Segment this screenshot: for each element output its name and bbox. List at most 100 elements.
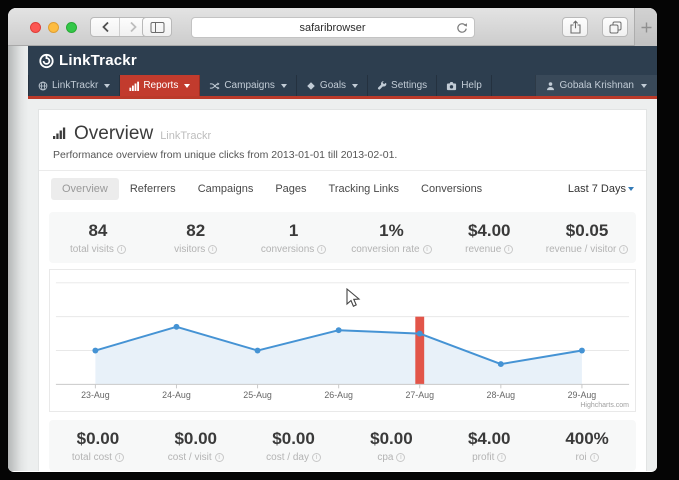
sidebar-icon [150,21,165,34]
sidebar-toggle-button[interactable] [142,17,172,37]
info-icon[interactable]: i [117,245,126,254]
svg-text:28-Aug: 28-Aug [487,390,516,400]
stat-total-cost: $0.00total costi [49,429,147,463]
stat-conversion-rate: 1%conversion ratei [342,221,440,255]
caret-down-icon [104,84,110,88]
show-all-tabs-button[interactable] [602,17,628,37]
fullscreen-window-button[interactable] [66,22,77,33]
tabs-icon [609,21,622,34]
stat-profit: $4.00profiti [440,429,538,463]
report-tabs: Overview Referrers Campaigns Pages Track… [39,171,646,207]
page-header: Overview LinkTrackr Performance overview… [39,110,646,170]
date-range-label: Last 7 Days [568,183,626,195]
svg-text:29-Aug: 29-Aug [568,390,597,400]
bar-chart-icon [129,81,139,91]
chart-panel: 23-Aug 24-Aug 25-Aug 26-Aug 27-Aug 28-Aug 29-A… [49,269,636,412]
caret-down-icon [281,84,287,88]
window-controls [30,22,77,33]
address-bar[interactable]: safaribrowser [191,17,475,38]
chevron-right-icon [129,21,138,33]
nav-label: Goals [320,80,346,91]
caret-down-icon [184,84,190,88]
info-icon[interactable]: i [504,245,513,254]
minimize-window-button[interactable] [48,22,59,33]
stat-total-visits: 84total visitsi [49,221,147,255]
page-subtitle: Performance overview from unique clicks … [53,149,632,161]
info-icon[interactable]: i [619,245,628,254]
svg-text:23-Aug: 23-Aug [81,390,110,400]
stat-cost-visit: $0.00cost / visiti [147,429,245,463]
plus-icon [641,22,652,33]
nav-label: Reports [143,80,178,91]
share-button[interactable] [562,17,588,37]
svg-text:26-Aug: 26-Aug [324,390,353,400]
stat-visitors: 82visitorsi [147,221,245,255]
web-content: LinkTrackr LinkTrackr Reports Campaigns [8,46,657,471]
content-card: Overview LinkTrackr Performance overview… [38,109,647,471]
overview-bars-icon [53,126,67,139]
info-icon[interactable]: i [423,245,432,254]
app-header: LinkTrackr [28,46,657,75]
mouse-cursor [346,288,361,308]
nav-label: Help [461,80,482,91]
caret-down-icon [352,84,358,88]
new-tab-button[interactable] [634,8,657,46]
nav-settings[interactable]: Settings [368,75,437,96]
tab-conversions[interactable]: Conversions [410,178,493,200]
info-icon[interactable]: i [115,453,124,462]
stat-revenue: $4.00revenuei [440,221,538,255]
stat-cost-day: $0.00cost / dayi [245,429,343,463]
page-title-suffix: LinkTrackr [160,130,211,142]
info-icon[interactable]: i [208,245,217,254]
page-edge-shadow [8,46,28,471]
nav-label: Campaigns [224,80,275,91]
info-icon[interactable]: i [590,453,599,462]
nav-help[interactable]: Help [437,75,492,96]
user-icon [546,81,555,91]
nav-label: Settings [391,80,427,91]
nav-campaigns[interactable]: Campaigns [200,75,297,96]
user-menu[interactable]: Gobala Krishnan [535,75,658,96]
info-icon[interactable]: i [497,453,506,462]
close-window-button[interactable] [30,22,41,33]
date-range-selector[interactable]: Last 7 Days [568,183,634,195]
linktrackr-logo-icon [38,52,55,69]
tab-referrers[interactable]: Referrers [119,178,187,200]
browser-titlebar: safaribrowser [8,8,657,46]
shuffle-icon [209,81,220,91]
wrench-icon [377,81,387,91]
nav-reports[interactable]: Reports [120,75,200,96]
main-nav: LinkTrackr Reports Campaigns Goals [28,75,657,96]
visits-chart: 23-Aug 24-Aug 25-Aug 26-Aug 27-Aug 28-Aug 29-A… [50,270,635,411]
info-icon[interactable]: i [396,453,405,462]
goal-diamond-icon [306,81,316,91]
info-icon[interactable]: i [215,453,224,462]
stat-roi: 400%roii [538,429,636,463]
brand-name: LinkTrackr [59,52,137,69]
tab-campaigns[interactable]: Campaigns [187,178,265,200]
nav-linktrackr[interactable]: LinkTrackr [28,75,120,96]
screenshot-frame: safaribrowser LinkTrackr [0,0,679,480]
svg-text:24-Aug: 24-Aug [162,390,191,400]
caret-down-icon [628,187,634,191]
address-text: safaribrowser [299,22,365,34]
browser-window: safaribrowser LinkTrackr [8,8,657,472]
nav-goals[interactable]: Goals [297,75,368,96]
info-icon[interactable]: i [317,245,326,254]
page-background: Overview LinkTrackr Performance overview… [28,99,657,471]
history-nav-buttons [90,17,148,37]
back-button[interactable] [91,18,119,36]
svg-text:27-Aug: 27-Aug [405,390,434,400]
reload-icon[interactable] [456,22,468,34]
chevron-left-icon [101,21,110,33]
info-icon[interactable]: i [312,453,321,462]
tab-tracking-links[interactable]: Tracking Links [318,178,411,200]
tab-pages[interactable]: Pages [264,178,317,200]
highcharts-credit[interactable]: Highcharts.com [580,402,629,409]
tab-overview[interactable]: Overview [51,178,119,200]
share-icon [569,20,582,34]
stat-revenue-visitor: $0.05revenue / visitori [538,221,636,255]
page-title: Overview [74,123,153,145]
stats-row-top: 84total visitsi 82visitorsi 1conversions… [49,212,636,263]
svg-text:25-Aug: 25-Aug [243,390,272,400]
